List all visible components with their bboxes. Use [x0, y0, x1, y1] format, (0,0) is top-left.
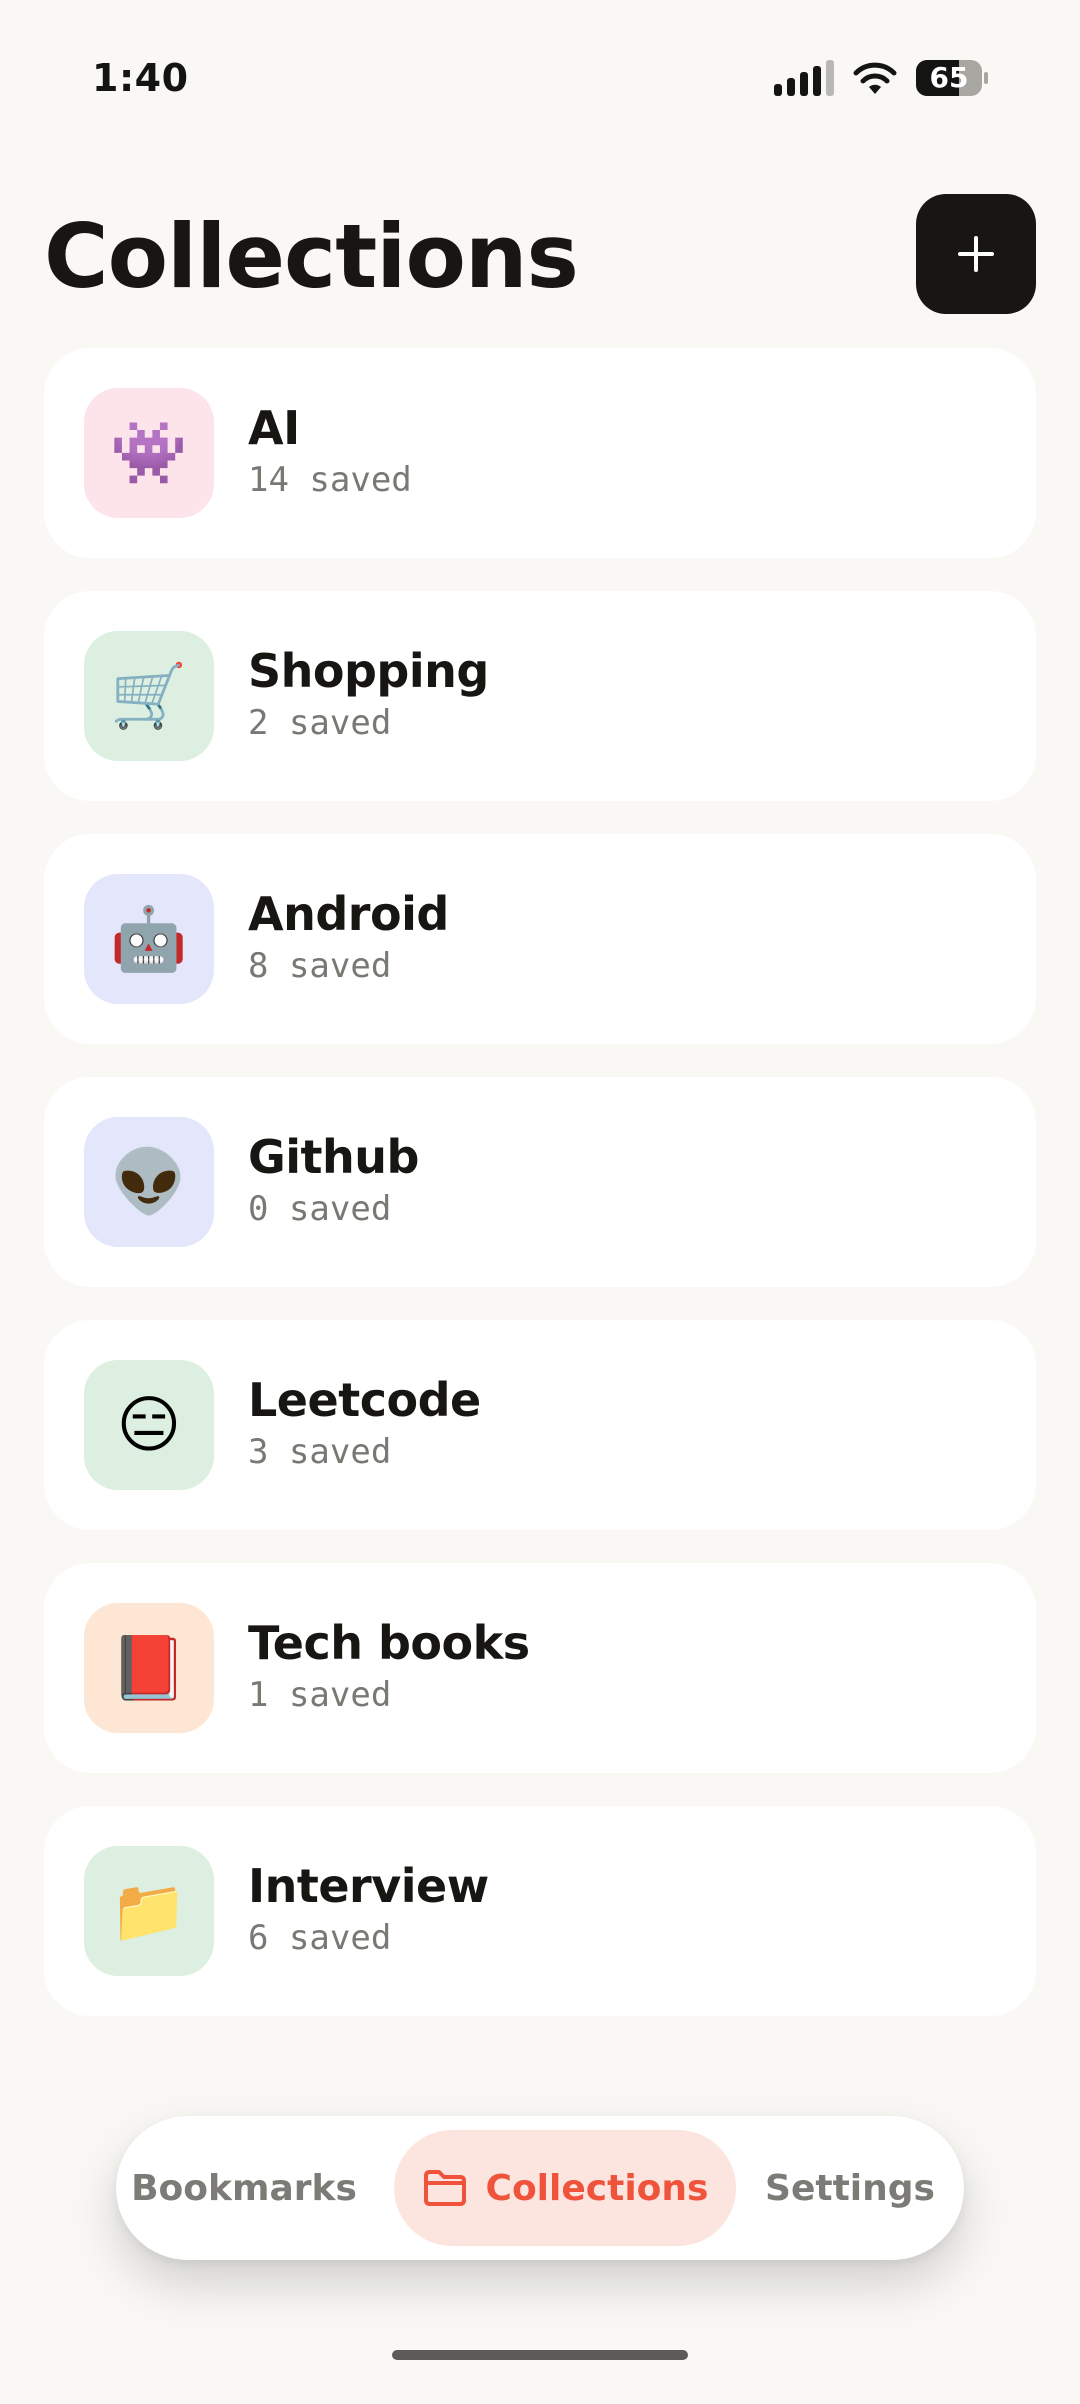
collection-card-leetcode[interactable]: 😑 Leetcode 3 saved [44, 1320, 1036, 1530]
add-collection-button[interactable] [916, 194, 1036, 314]
tab-settings-label: Settings [765, 2167, 935, 2209]
collection-name: Leetcode [248, 1373, 481, 1427]
bottom-nav: Bookmarks Collections Settings [116, 2116, 964, 2260]
collection-name: Tech books [248, 1616, 530, 1670]
collection-icon-box: 😑 [84, 1360, 214, 1490]
cellular-signal-icon [774, 60, 834, 96]
folder-icon: 📁 [110, 1874, 188, 1947]
status-bar: 1:40 65 [0, 0, 1080, 160]
collection-count: 1 saved [248, 1675, 392, 1715]
tab-collections[interactable]: Collections [394, 2130, 736, 2246]
collection-list: 👾 AI 14 saved 🛒 Shopping 2 saved 🤖 Andro… [44, 348, 1036, 2049]
collection-card-interview[interactable]: 📁 Interview 6 saved [44, 1806, 1036, 2016]
collection-count: 0 saved [248, 1189, 392, 1229]
collection-name: AI [248, 401, 300, 455]
page-title: Collections [44, 205, 579, 308]
status-time: 1:40 [92, 56, 189, 100]
collections-screen: 1:40 65 Collections 👾 AI 14 saved 🛒 Shop… [0, 0, 1080, 2404]
collection-count: 6 saved [248, 1918, 392, 1958]
collection-card-android[interactable]: 🤖 Android 8 saved [44, 834, 1036, 1044]
collection-card-github[interactable]: 👽 Github 0 saved [44, 1077, 1036, 1287]
folder-icon [423, 2170, 466, 2206]
battery-icon: 65 [916, 60, 988, 96]
collection-icon-box: 👽 [84, 1117, 214, 1247]
collection-icon-box: 🤖 [84, 874, 214, 1004]
collection-icon-box: 👾 [84, 388, 214, 518]
closed-book-icon: 📕 [110, 1631, 188, 1704]
collection-count: 3 saved [248, 1432, 392, 1472]
collection-card-tech-books[interactable]: 📕 Tech books 1 saved [44, 1563, 1036, 1773]
collection-name: Shopping [248, 644, 489, 698]
home-indicator[interactable] [392, 2350, 688, 2360]
collection-card-ai[interactable]: 👾 AI 14 saved [44, 348, 1036, 558]
collection-icon-box: 🛒 [84, 631, 214, 761]
collection-card-shopping[interactable]: 🛒 Shopping 2 saved [44, 591, 1036, 801]
collection-count: 2 saved [248, 703, 392, 743]
collection-count: 14 saved [248, 460, 412, 500]
wifi-icon [853, 62, 897, 94]
tab-collections-label: Collections [485, 2167, 709, 2209]
tab-settings[interactable]: Settings [750, 2130, 950, 2246]
collection-icon-box: 📕 [84, 1603, 214, 1733]
alien-monster-icon: 👾 [110, 416, 188, 489]
collection-name: Github [248, 1130, 419, 1184]
robot-icon: 🤖 [110, 902, 188, 975]
status-icons: 65 [774, 60, 988, 96]
tab-bookmarks-label: Bookmarks [131, 2167, 357, 2209]
collection-count: 8 saved [248, 946, 392, 986]
expressionless-face-icon: 😑 [116, 1388, 182, 1461]
tab-bookmarks[interactable]: Bookmarks [131, 2130, 357, 2246]
shopping-cart-icon: 🛒 [110, 659, 188, 732]
collection-name: Android [248, 887, 449, 941]
collection-name: Interview [248, 1859, 489, 1913]
alien-icon: 👽 [110, 1145, 188, 1218]
plus-icon [958, 236, 994, 272]
battery-level: 65 [929, 61, 969, 94]
collection-icon-box: 📁 [84, 1846, 214, 1976]
